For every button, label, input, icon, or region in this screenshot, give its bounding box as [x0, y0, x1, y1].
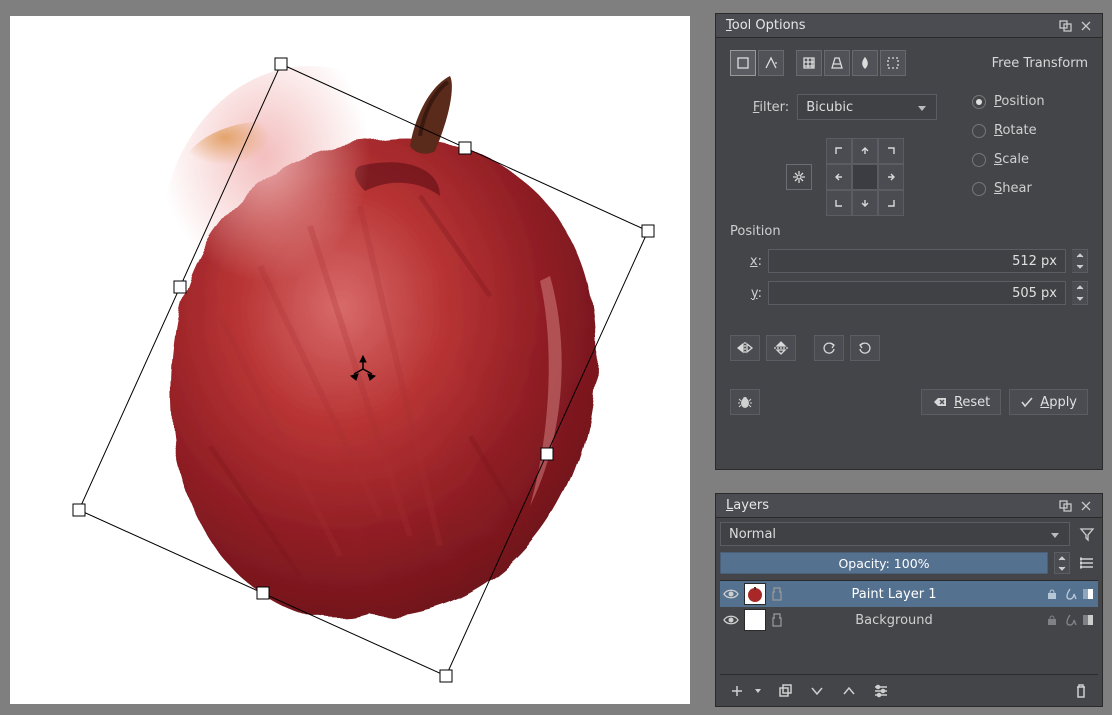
add-layer-menu-button[interactable]: [752, 680, 764, 702]
radio-shear[interactable]: Shear: [972, 181, 1045, 196]
blend-mode-select[interactable]: Normal: [720, 522, 1070, 546]
radio-rotate[interactable]: Rotate: [972, 123, 1045, 138]
flip-vertical-button[interactable]: [766, 335, 796, 361]
visibility-toggle-icon[interactable]: [722, 585, 740, 603]
y-input[interactable]: 505 px: [768, 281, 1066, 305]
anchor-center[interactable]: [852, 164, 878, 190]
tool-options-header: Tool Options: [716, 14, 1102, 38]
anchor-ml[interactable]: [826, 164, 852, 190]
lock-icon[interactable]: [1044, 612, 1060, 628]
alpha-lock-icon[interactable]: [1062, 586, 1078, 602]
float-panel-icon[interactable]: [1056, 497, 1076, 515]
cage-transform-tool[interactable]: [796, 50, 822, 76]
x-input[interactable]: 512 px: [768, 249, 1066, 273]
anchor-grid: [826, 138, 904, 216]
anchor-bl[interactable]: [826, 190, 852, 216]
propagate-icon[interactable]: [770, 585, 784, 603]
opacity-spinner[interactable]: [1054, 552, 1070, 574]
tool-options-panel: Tool Options Free Transform Filter: Bicu…: [715, 13, 1103, 470]
y-spinner[interactable]: [1072, 281, 1088, 305]
delete-layer-button[interactable]: [1070, 680, 1092, 702]
add-layer-button[interactable]: [726, 680, 748, 702]
close-panel-icon[interactable]: [1076, 17, 1096, 35]
layer-properties-button[interactable]: [870, 680, 892, 702]
layer-filter-button[interactable]: [1076, 522, 1098, 546]
transform-origin-button[interactable]: [786, 164, 812, 190]
layer-toolbar: [720, 674, 1098, 706]
anchor-bm[interactable]: [852, 190, 878, 216]
close-panel-icon[interactable]: [1076, 497, 1096, 515]
anchor-br[interactable]: [878, 190, 904, 216]
y-label: y:: [746, 286, 762, 301]
layer-list: Paint Layer 1 Background: [720, 580, 1098, 674]
alpha-lock-icon[interactable]: [1062, 612, 1078, 628]
inherit-alpha-icon[interactable]: [1080, 586, 1096, 602]
filter-label: Filter:: [753, 100, 789, 115]
layers-header: Layers: [716, 494, 1102, 518]
rotate-cw-button[interactable]: [850, 335, 880, 361]
layer-row[interactable]: Background: [720, 607, 1098, 633]
visibility-toggle-icon[interactable]: [722, 611, 740, 629]
x-spinner[interactable]: [1072, 249, 1088, 273]
opacity-slider[interactable]: Opacity: 100%: [720, 552, 1048, 574]
radio-position[interactable]: Position: [972, 94, 1045, 109]
transform-mode-toolbar: Free Transform: [730, 50, 1088, 76]
rotate-ccw-button[interactable]: [814, 335, 844, 361]
filter-select[interactable]: Bicubic: [797, 94, 937, 120]
anchor-tr[interactable]: [878, 138, 904, 164]
layer-name[interactable]: Paint Layer 1: [788, 587, 1040, 602]
free-transform-tool[interactable]: [730, 50, 756, 76]
move-layer-up-button[interactable]: [838, 680, 860, 702]
duplicate-layer-button[interactable]: [774, 680, 796, 702]
mesh-transform-tool[interactable]: [880, 50, 906, 76]
move-layer-down-button[interactable]: [806, 680, 828, 702]
anchor-mr[interactable]: [878, 164, 904, 190]
layer-thumbnail: [744, 609, 766, 631]
layer-thumbnail: [744, 583, 766, 605]
warp-transform-tool[interactable]: [758, 50, 784, 76]
transform-mode-label: Free Transform: [992, 56, 1088, 71]
anchor-tm[interactable]: [852, 138, 878, 164]
layers-panel: Layers Normal Opacity: 100% Paint Layer …: [715, 493, 1103, 707]
inherit-alpha-icon[interactable]: [1080, 612, 1096, 628]
layer-name[interactable]: Background: [788, 613, 1040, 628]
layer-row[interactable]: Paint Layer 1: [720, 581, 1098, 607]
canvas-content: [10, 16, 690, 704]
debug-button[interactable]: [730, 389, 760, 415]
radio-scale[interactable]: Scale: [972, 152, 1045, 167]
float-panel-icon[interactable]: [1056, 17, 1076, 35]
position-section-label: Position: [730, 224, 1088, 239]
perspective-transform-tool[interactable]: [824, 50, 850, 76]
x-label: x:: [746, 254, 762, 269]
anchor-tl[interactable]: [826, 138, 852, 164]
flip-horizontal-button[interactable]: [730, 335, 760, 361]
liquify-transform-tool[interactable]: [852, 50, 878, 76]
reset-button[interactable]: Reset: [921, 389, 1001, 415]
apply-button[interactable]: Apply: [1009, 389, 1088, 415]
propagate-icon[interactable]: [770, 611, 784, 629]
canvas[interactable]: [10, 16, 690, 704]
layer-options-menu[interactable]: [1076, 552, 1098, 574]
lock-icon[interactable]: [1044, 586, 1060, 602]
